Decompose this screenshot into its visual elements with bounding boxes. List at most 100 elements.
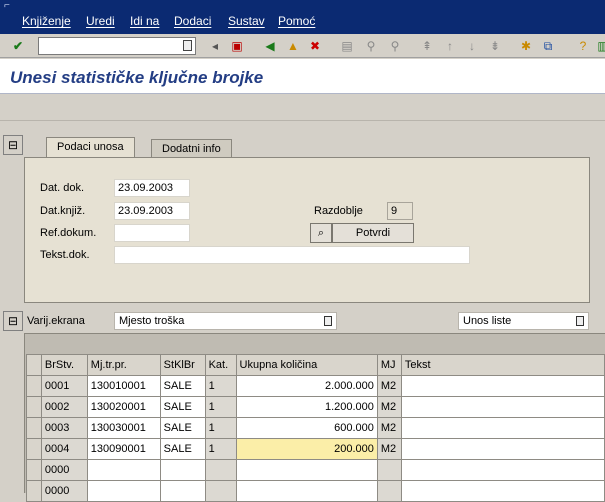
quantity-cell[interactable]: 2.000.000 [235, 375, 378, 397]
cost-center-cell[interactable]: 130030001 [86, 417, 161, 439]
table-header-row: BrStv. Mj.tr.pr. StKlBr Kat. Ukupna koli… [26, 354, 605, 376]
text-cell[interactable] [400, 438, 605, 460]
skf-cell[interactable]: SALE [159, 375, 206, 397]
text-cell[interactable] [400, 396, 605, 418]
column-header-category[interactable]: Kat. [204, 354, 237, 376]
doc-date-field[interactable]: 23.09.2003 [114, 179, 190, 197]
text-cell[interactable] [400, 417, 605, 439]
print-icon[interactable]: ▤ [338, 37, 356, 55]
cost-center-cell[interactable] [86, 459, 161, 481]
prev-page-icon[interactable]: ↑ [441, 37, 459, 55]
column-header-item[interactable]: BrStv. [40, 354, 88, 376]
find-next-icon[interactable]: ⚲ [386, 37, 404, 55]
menu-item-uredi[interactable]: Uredi [86, 14, 115, 28]
command-history-icon[interactable] [183, 40, 192, 51]
unit-cell [376, 480, 402, 502]
table-row: 0001 130010001 SALE 1 2.000.000 M2 [26, 375, 605, 397]
enter-check-icon[interactable]: ✔ [9, 37, 27, 55]
table-row: 0002 130020001 SALE 1 1.200.000 M2 [26, 396, 605, 418]
menu-item-idi-na[interactable]: Idi na [130, 14, 159, 28]
item-cell: 0003 [40, 417, 88, 439]
column-header-skf[interactable]: StKlBr [159, 354, 206, 376]
last-page-icon[interactable]: ⇟ [486, 37, 504, 55]
screen-variant-label: Varij.ekrana [27, 315, 85, 327]
skf-entry-table: BrStv. Mj.tr.pr. StKlBr Kat. Ukupna koli… [26, 354, 605, 502]
menu-item-dodaci[interactable]: Dodaci [174, 14, 211, 28]
text-cell[interactable] [400, 375, 605, 397]
quantity-cell[interactable]: 1.200.000 [235, 396, 378, 418]
item-cell: 0000 [40, 459, 88, 481]
tab-dodatni-info[interactable]: Dodatni info [151, 139, 232, 158]
category-cell: 1 [204, 396, 237, 418]
ref-doc-field[interactable] [114, 224, 190, 242]
cost-center-cell[interactable]: 130010001 [86, 375, 161, 397]
nav-back-icon[interactable]: ◀ [261, 37, 279, 55]
cost-center-cell[interactable]: 130020001 [86, 396, 161, 418]
skf-cell[interactable]: SALE [159, 396, 206, 418]
quantity-cell[interactable] [235, 459, 378, 481]
text-cell[interactable] [400, 459, 605, 481]
quantity-cell[interactable] [235, 480, 378, 502]
skf-cell[interactable]: SALE [159, 417, 206, 439]
layout-icon[interactable]: ▥ [594, 37, 605, 55]
table-row: 0000 [26, 480, 605, 502]
exit-icon[interactable]: ▲ [284, 37, 302, 55]
create-session-icon[interactable]: ✱ [517, 37, 535, 55]
application-toolbar [0, 95, 605, 121]
column-header-unit[interactable]: MJ [376, 354, 402, 376]
screen-variant-icon[interactable]: ⊟ [3, 311, 23, 331]
quantity-cell[interactable]: 600.000 [235, 417, 378, 439]
row-selector[interactable] [26, 480, 42, 502]
first-page-icon[interactable]: ⇞ [418, 37, 436, 55]
screen-variant-select[interactable]: Mjesto troška [114, 312, 337, 330]
column-header-cost-center[interactable]: Mj.tr.pr. [86, 354, 161, 376]
help-icon[interactable]: ? [574, 37, 592, 55]
row-selector[interactable] [26, 396, 42, 418]
cost-center-cell[interactable]: 130090001 [86, 438, 161, 460]
post-date-field[interactable]: 23.09.2003 [114, 202, 190, 220]
tab-layout-icon[interactable]: ⊟ [3, 135, 23, 155]
item-cell: 0004 [40, 438, 88, 460]
row-selector[interactable] [26, 417, 42, 439]
list-entry-select[interactable]: Unos liste [458, 312, 589, 330]
doc-text-field[interactable] [114, 246, 470, 264]
page-title: Unesi statističke ključne brojke [10, 68, 264, 87]
back-arrow-icon[interactable]: ◂ [206, 37, 224, 55]
cost-center-cell[interactable] [86, 480, 161, 502]
column-header-text[interactable]: Tekst [400, 354, 605, 376]
tab-podaci-unosa[interactable]: Podaci unosa [46, 137, 135, 158]
text-cell[interactable] [400, 480, 605, 502]
menu-item-knjizenje[interactable]: Knjiženje [22, 14, 71, 28]
select-all-header[interactable] [26, 354, 42, 376]
dropdown-icon [324, 316, 332, 326]
next-page-icon[interactable]: ↓ [463, 37, 481, 55]
skf-cell[interactable] [159, 459, 206, 481]
column-header-total-quantity[interactable]: Ukupna količina [235, 354, 378, 376]
unit-cell: M2 [376, 417, 402, 439]
tab-panel [24, 157, 590, 303]
system-menu-icon[interactable]: ⌐ [4, 1, 18, 11]
menu-item-pomoc[interactable]: Pomoć [278, 14, 315, 28]
skf-cell[interactable]: SALE [159, 438, 206, 460]
shortcut-icon[interactable]: ⧉ [539, 37, 557, 55]
row-selector[interactable] [26, 375, 42, 397]
unit-cell: M2 [376, 438, 402, 460]
confirm-button[interactable]: Potvrdi [332, 223, 414, 243]
command-field[interactable] [38, 37, 196, 55]
save-icon[interactable]: ▣ [228, 37, 246, 55]
menu-bar: ⌐ Knjiženje Uredi Idi na Dodaci Sustav P… [0, 0, 605, 34]
category-cell: 1 [204, 438, 237, 460]
title-bar: Unesi statističke ključne brojke [0, 59, 605, 94]
doc-date-label: Dat. dok. [40, 182, 85, 194]
row-selector[interactable] [26, 459, 42, 481]
row-selector[interactable] [26, 438, 42, 460]
cancel-icon[interactable]: ✖ [306, 37, 324, 55]
skf-cell[interactable] [159, 480, 206, 502]
dropdown-icon [576, 316, 584, 326]
find-icon[interactable]: ⚲ [362, 37, 380, 55]
glasses-display-icon[interactable]: ⌕ [310, 223, 332, 243]
standard-toolbar: ✔ ◂ ▣ ◀ ▲ ✖ ▤ ⚲ ⚲ ⇞ ↑ ↓ ⇟ ✱ ⧉ ? ▥ [0, 34, 605, 58]
quantity-cell-focused[interactable]: 200.000 [235, 438, 378, 460]
doc-text-label: Tekst.dok. [40, 249, 90, 261]
menu-item-sustav[interactable]: Sustav [228, 14, 265, 28]
